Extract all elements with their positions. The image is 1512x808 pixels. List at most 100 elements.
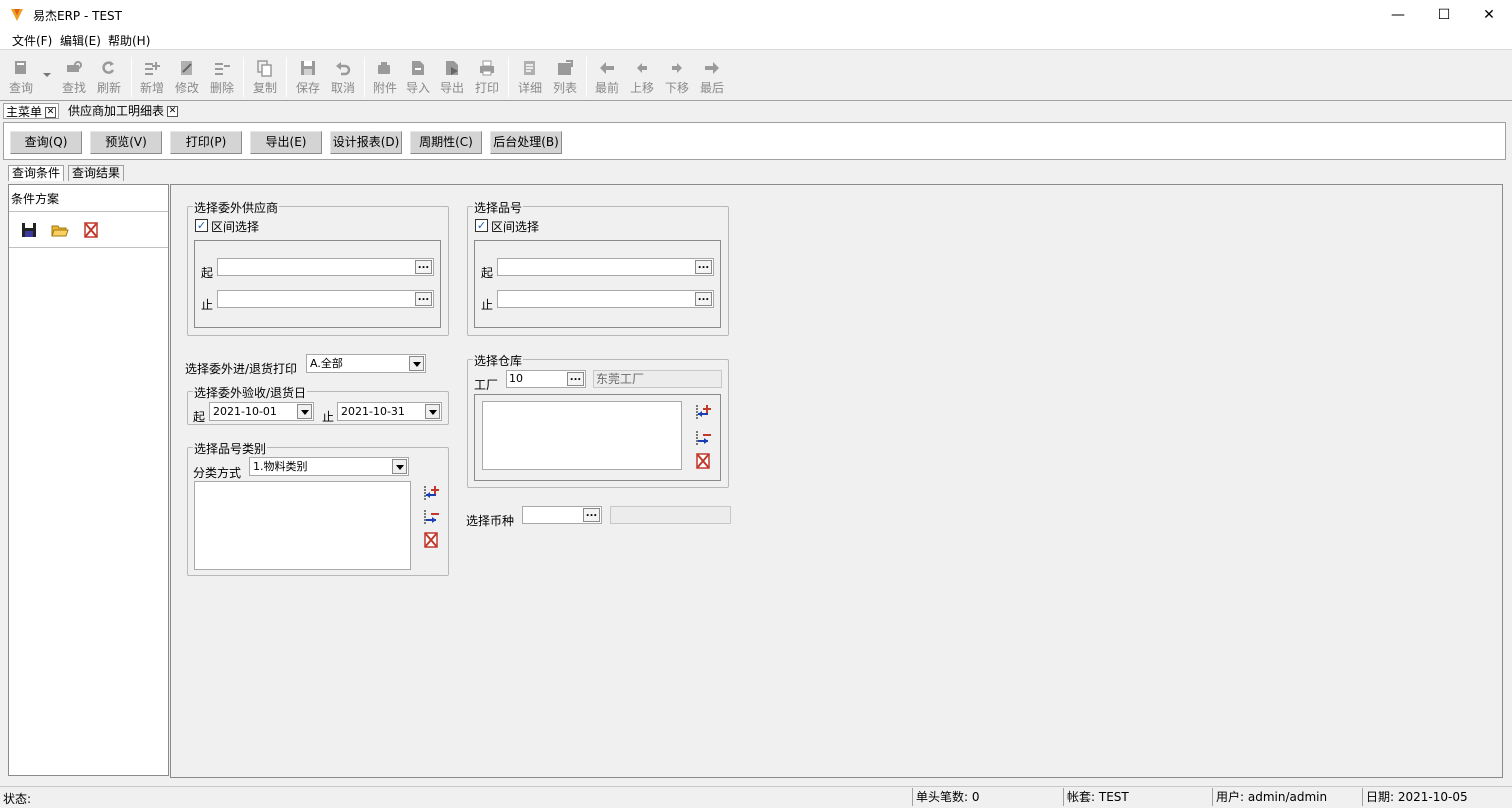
category-list[interactable] bbox=[194, 481, 411, 570]
print-button[interactable]: 打印 bbox=[470, 55, 504, 99]
undo-icon bbox=[336, 62, 351, 76]
list-button[interactable]: 列表 bbox=[548, 55, 582, 99]
tab-supplier-processing-report[interactable]: 供应商加工明细表 ✕ bbox=[66, 103, 180, 119]
detail-icon bbox=[524, 61, 535, 75]
minimize-button[interactable]: — bbox=[1375, 0, 1421, 30]
edit-button[interactable]: 修改 bbox=[170, 55, 204, 99]
date-to-value: 2021-10-31 bbox=[341, 405, 405, 418]
currency-browse-button[interactable]: ... bbox=[583, 508, 600, 522]
preview-command-button[interactable]: 预览(V) bbox=[90, 131, 162, 154]
export-button[interactable]: 导出 bbox=[435, 55, 469, 99]
import-button[interactable]: 导入 bbox=[401, 55, 435, 99]
up-label: 上移 bbox=[629, 81, 654, 95]
toolbar-separator bbox=[131, 57, 132, 97]
date-from-picker[interactable]: 2021-10-01 bbox=[209, 402, 314, 421]
item-from-input[interactable] bbox=[497, 258, 714, 276]
add-button[interactable]: 新增 bbox=[135, 55, 169, 99]
account-info: 帐套: TEST bbox=[1063, 788, 1211, 806]
save-scheme-icon[interactable] bbox=[20, 221, 38, 239]
design-report-button[interactable]: 设计报表(D) bbox=[330, 131, 402, 154]
supplier-from-browse-button[interactable]: ... bbox=[415, 260, 432, 274]
cancel-button[interactable]: 取消 bbox=[326, 55, 360, 99]
category-method-value: 1.物料类别 bbox=[253, 460, 308, 473]
item-to-input[interactable] bbox=[497, 290, 714, 308]
menu-edit[interactable]: 编辑(E) bbox=[60, 32, 101, 49]
supplier-to-input[interactable] bbox=[217, 290, 434, 308]
print-label: 打印 bbox=[474, 81, 499, 95]
export-command-button[interactable]: 导出(E) bbox=[250, 131, 322, 154]
periodic-button[interactable]: 周期性(C) bbox=[410, 131, 482, 154]
print-command-button[interactable]: 打印(P) bbox=[170, 131, 242, 154]
condition-scheme-panel: 条件方案 bbox=[8, 184, 169, 776]
item-range-label: 区间选择 bbox=[491, 220, 540, 234]
category-group-title: 选择品号类别 bbox=[193, 440, 268, 457]
app-logo-icon bbox=[11, 9, 23, 21]
maximize-button[interactable]: ☐ bbox=[1421, 0, 1467, 30]
date-from-label: 起 bbox=[193, 410, 206, 424]
background-process-button[interactable]: 后台处理(B) bbox=[490, 131, 562, 154]
category-method-select[interactable]: 1.物料类别 bbox=[249, 457, 409, 476]
down-button[interactable]: 下移 bbox=[660, 55, 694, 99]
folder-open-icon[interactable] bbox=[51, 221, 69, 239]
clear-list-icon[interactable] bbox=[694, 452, 712, 470]
attach-button[interactable]: 附件 bbox=[368, 55, 402, 99]
close-icon: ✕ bbox=[1483, 7, 1495, 23]
save-button[interactable]: 保存 bbox=[291, 55, 325, 99]
copy-button[interactable]: 复制 bbox=[248, 55, 282, 99]
menu-file[interactable]: 文件(F) bbox=[12, 32, 52, 49]
remove-item-icon[interactable] bbox=[422, 508, 440, 526]
add-all-icon[interactable] bbox=[422, 484, 440, 502]
supplier-to-browse-button[interactable]: ... bbox=[415, 292, 432, 306]
tab-query-conditions[interactable]: 查询条件 bbox=[8, 165, 65, 181]
query-command-button[interactable]: 查询(Q) bbox=[10, 131, 82, 154]
chevron-down-icon[interactable] bbox=[297, 404, 312, 419]
print-type-label: 选择委外进/退货打印 bbox=[185, 362, 298, 376]
export-icon bbox=[446, 61, 458, 75]
item-from-browse-button[interactable]: ... bbox=[695, 260, 712, 274]
first-label: 最前 bbox=[594, 81, 619, 95]
chevron-down-icon[interactable] bbox=[425, 404, 440, 419]
tab-query-results[interactable]: 查询结果 bbox=[68, 165, 125, 181]
factory-browse-button[interactable]: ... bbox=[567, 372, 584, 386]
clear-list-icon[interactable] bbox=[422, 531, 440, 549]
print-type-select[interactable]: A.全部 bbox=[306, 354, 426, 373]
add-label: 新增 bbox=[139, 81, 164, 95]
chevron-down-icon[interactable] bbox=[392, 459, 407, 474]
refresh-button[interactable]: 刷新 bbox=[92, 55, 126, 99]
first-button[interactable]: 最前 bbox=[590, 55, 624, 99]
toolbar-separator bbox=[364, 57, 365, 97]
add-all-icon[interactable] bbox=[694, 403, 712, 421]
supplier-range-box bbox=[194, 240, 441, 328]
delete-scheme-icon[interactable] bbox=[82, 221, 100, 239]
warehouse-list[interactable] bbox=[482, 401, 682, 470]
tab-main-menu-label: 主菜单 bbox=[6, 105, 43, 119]
detail-button[interactable]: 详细 bbox=[513, 55, 547, 99]
menu-help[interactable]: 帮助(H) bbox=[108, 32, 150, 49]
item-from-label: 起 bbox=[481, 266, 494, 280]
find-button[interactable]: 查找 bbox=[57, 55, 91, 99]
date-to-picker[interactable]: 2021-10-31 bbox=[337, 402, 442, 421]
currency-name-display bbox=[610, 506, 731, 524]
supplier-from-label: 起 bbox=[201, 266, 214, 280]
add-icon bbox=[145, 62, 160, 75]
divider bbox=[9, 211, 168, 212]
supplier-range-checkbox[interactable]: ✓ bbox=[195, 219, 208, 232]
close-icon[interactable]: ✕ bbox=[167, 106, 179, 117]
item-range-checkbox[interactable]: ✓ bbox=[475, 219, 488, 232]
query-button[interactable]: 查询 bbox=[4, 55, 38, 99]
delete-button[interactable]: 删除 bbox=[205, 55, 239, 99]
close-icon[interactable]: ✕ bbox=[45, 107, 57, 118]
up-button[interactable]: 上移 bbox=[625, 55, 659, 99]
chevron-down-icon[interactable] bbox=[409, 356, 424, 371]
status-label: 状态: bbox=[3, 792, 32, 806]
query-dropdown-button[interactable] bbox=[42, 69, 52, 79]
category-method-label: 分类方式 bbox=[193, 466, 242, 480]
tab-main-menu[interactable]: 主菜单 ✕ bbox=[3, 103, 60, 119]
close-window-button[interactable]: ✕ bbox=[1466, 0, 1512, 30]
last-button[interactable]: 最后 bbox=[695, 55, 729, 99]
supplier-from-input[interactable] bbox=[217, 258, 434, 276]
item-range-box bbox=[474, 240, 721, 328]
remove-item-icon[interactable] bbox=[694, 429, 712, 447]
detail-label: 详细 bbox=[517, 81, 542, 95]
item-to-browse-button[interactable]: ... bbox=[695, 292, 712, 306]
